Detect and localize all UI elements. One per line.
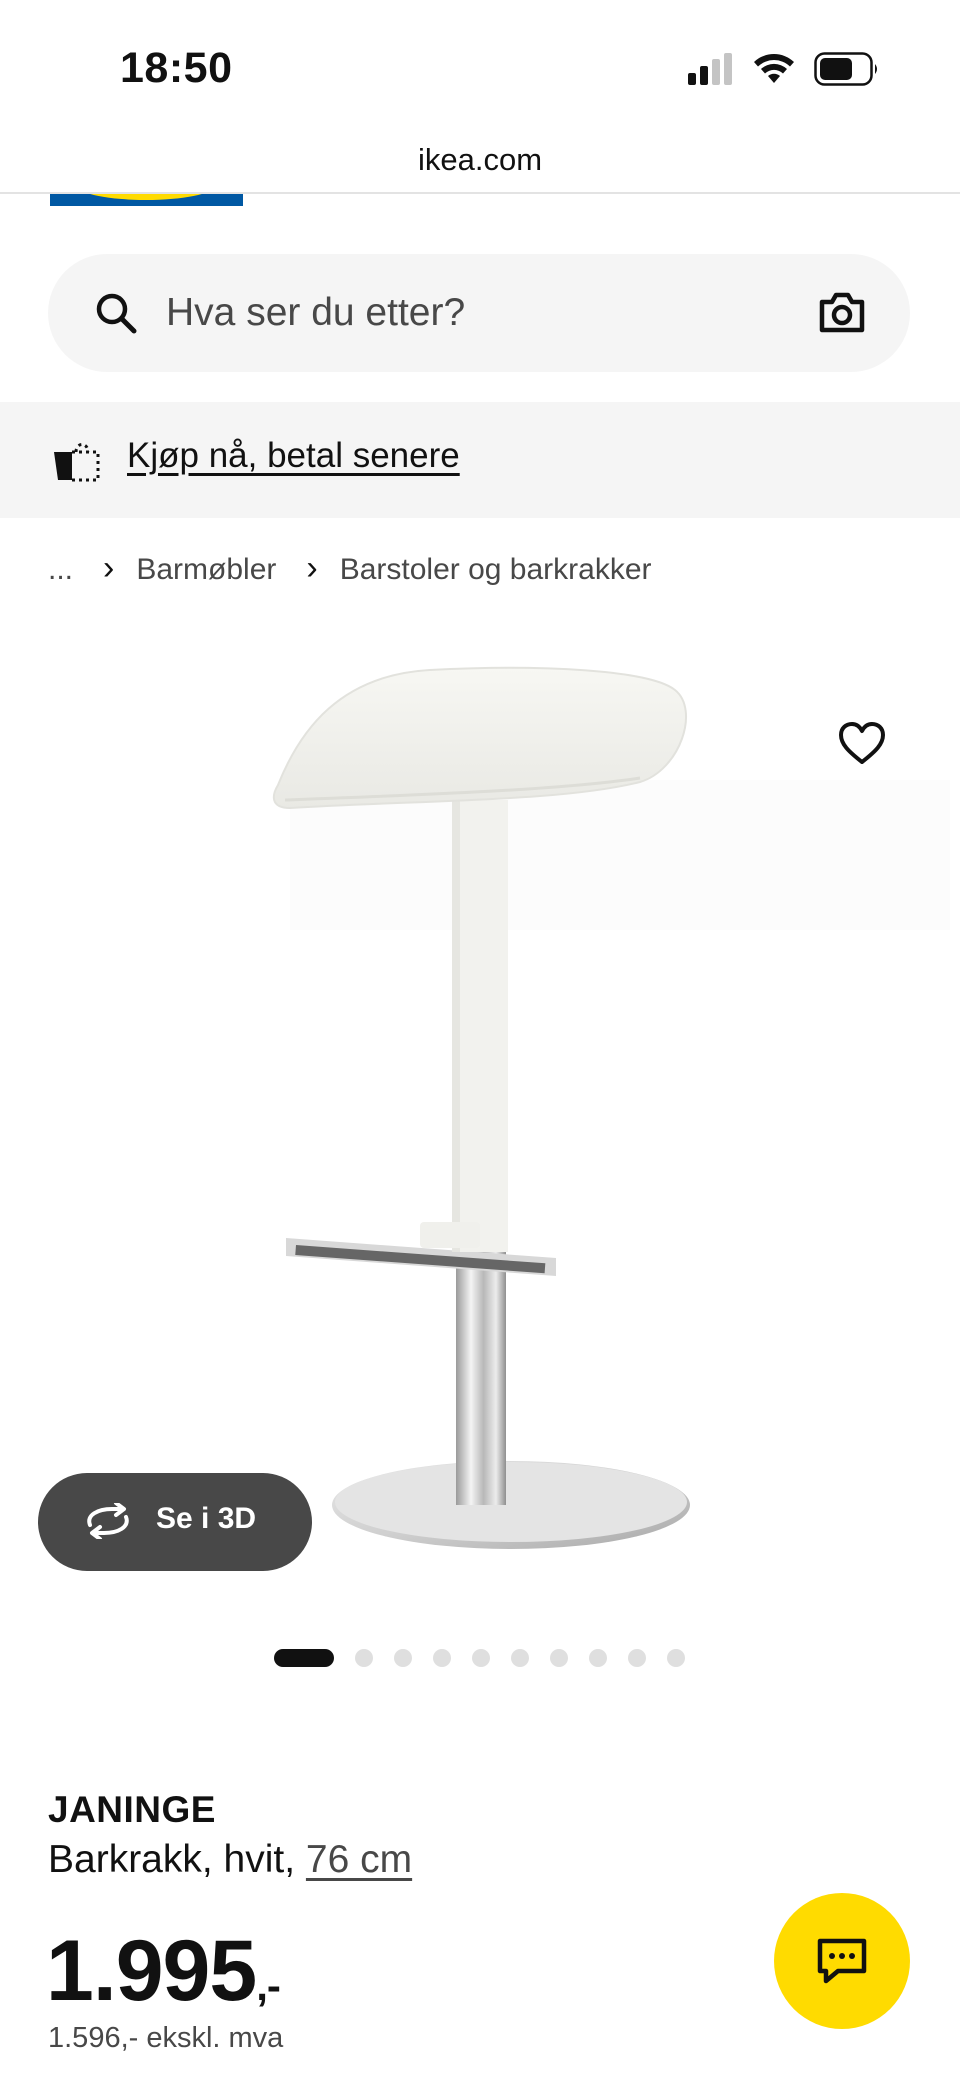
- ikea-logo[interactable]: [50, 194, 243, 206]
- carousel-dot[interactable]: [394, 1649, 412, 1667]
- carousel-dot[interactable]: [667, 1649, 685, 1667]
- breadcrumb-ellipsis[interactable]: ...: [48, 553, 73, 587]
- image-carousel-indicator: [274, 1649, 685, 1667]
- chat-bubble-icon: [817, 1938, 867, 1984]
- wifi-icon: [754, 54, 794, 83]
- browser-url-bar[interactable]: ikea.com: [0, 130, 960, 194]
- breadcrumb-item-barstoler[interactable]: Barstoler og barkrakker: [340, 553, 652, 587]
- rotate-3d-icon: [87, 1503, 129, 1539]
- view-3d-label: Se i 3D: [156, 1502, 257, 1535]
- view-3d-button[interactable]: Se i 3D: [38, 1473, 312, 1571]
- product-description: Barkrakk, hvit, 76 cm: [48, 1838, 412, 1882]
- search-icon: [96, 293, 137, 334]
- payment-promo-banner: Kjøp nå, betal senere: [0, 402, 960, 518]
- carousel-dot[interactable]: [355, 1649, 373, 1667]
- chat-button[interactable]: [774, 1893, 910, 2029]
- url-text: ikea.com: [417, 142, 543, 177]
- carousel-dot[interactable]: [511, 1649, 529, 1667]
- battery-icon: [814, 52, 877, 86]
- breadcrumb-item-barmobler[interactable]: Barmøbler: [136, 553, 276, 587]
- price-suffix: ,-: [256, 1962, 281, 2009]
- status-time: 18:50: [120, 44, 233, 92]
- carousel-dot[interactable]: [628, 1649, 646, 1667]
- shopping-bag-icon: [54, 443, 100, 482]
- pay-later-link[interactable]: Kjøp nå, betal senere: [127, 436, 460, 476]
- product-price: 1.995,-: [46, 1922, 281, 2021]
- search-bar[interactable]: Hva ser du etter?: [48, 254, 910, 372]
- carousel-dot[interactable]: [472, 1649, 490, 1667]
- price-excluding-vat: 1.596,- ekskl. mva: [48, 2022, 284, 2054]
- search-input[interactable]: Hva ser du etter?: [166, 291, 465, 335]
- camera-icon[interactable]: [818, 290, 866, 334]
- cellular-signal-icon: [688, 53, 732, 85]
- chevron-right-icon: ›: [306, 548, 318, 587]
- product-size-link[interactable]: 76 cm: [306, 1838, 412, 1881]
- chevron-right-icon: ›: [103, 548, 115, 587]
- breadcrumb: ... › Barmøbler › Barstoler og barkrakke…: [48, 548, 652, 590]
- price-amount: 1.995: [46, 1923, 257, 2019]
- carousel-dot-active[interactable]: [274, 1649, 334, 1667]
- carousel-dot[interactable]: [589, 1649, 607, 1667]
- product-name: JANINGE: [48, 1789, 216, 1830]
- product-type: Barkrakk, hvit,: [48, 1838, 296, 1881]
- carousel-dot[interactable]: [433, 1649, 451, 1667]
- status-icons: [688, 52, 880, 86]
- carousel-dot[interactable]: [550, 1649, 568, 1667]
- favorite-heart-icon[interactable]: [838, 722, 886, 766]
- status-bar: 18:50: [0, 0, 960, 130]
